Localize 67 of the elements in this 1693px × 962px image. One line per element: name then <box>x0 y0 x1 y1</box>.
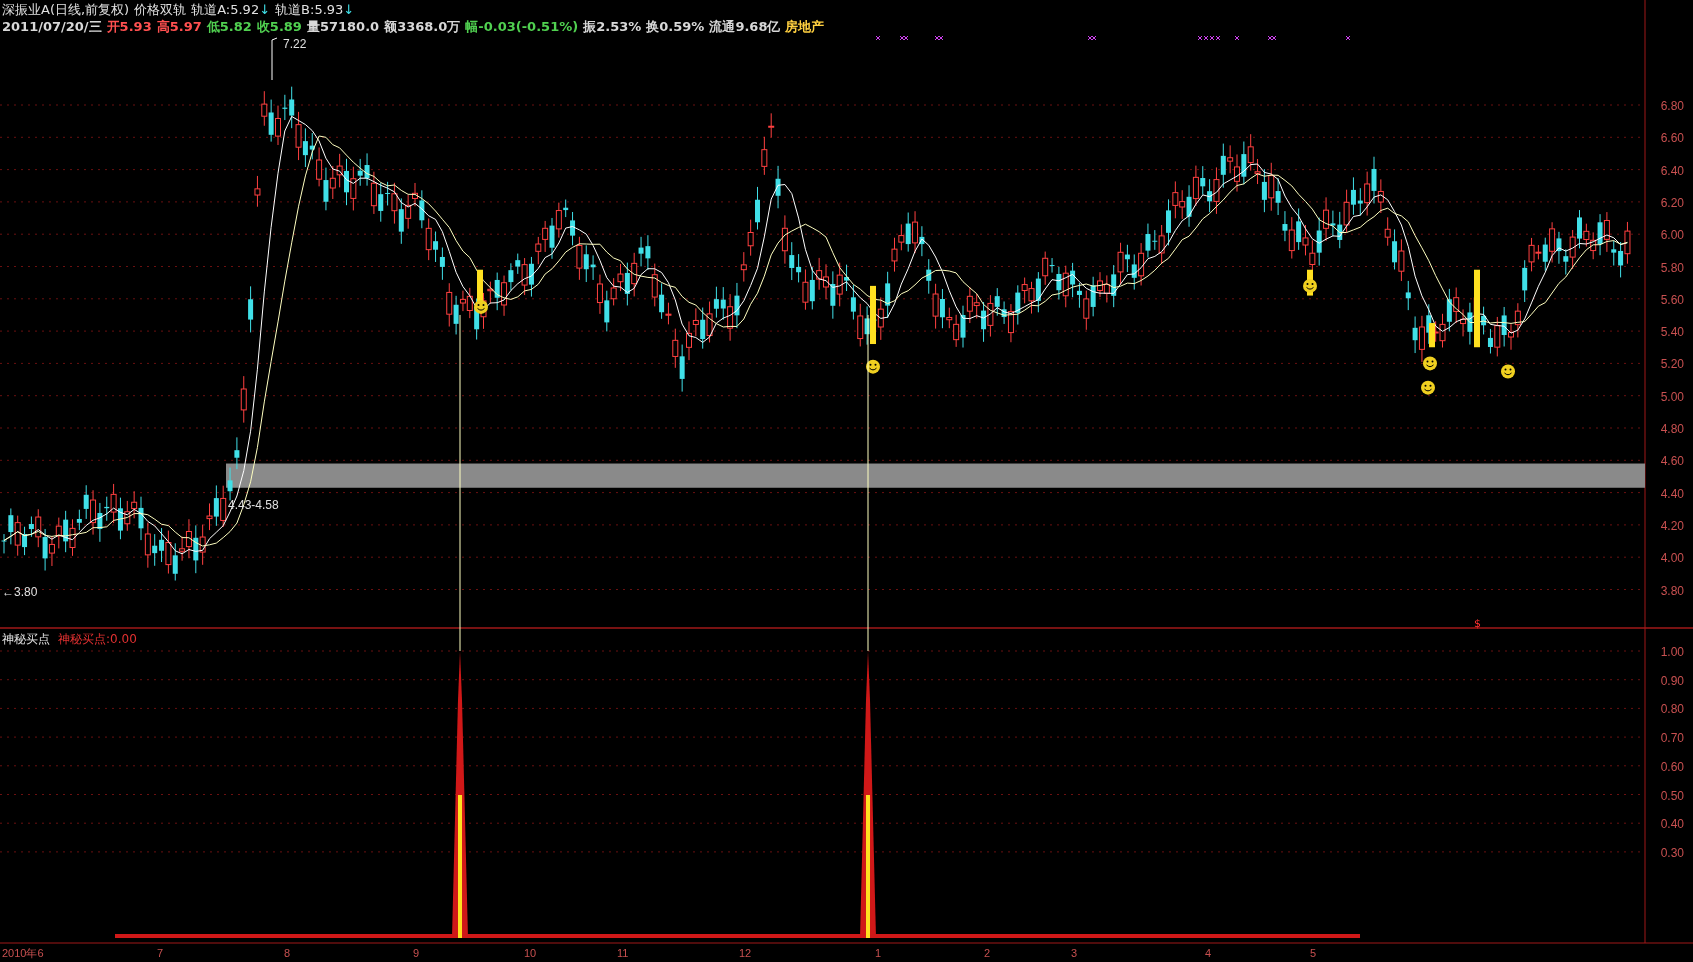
signal-bar <box>870 285 876 344</box>
quote-text: 2011/07/20/三 <box>2 18 102 35</box>
axis-label: 5.40 <box>1660 325 1684 340</box>
date-label: 2010年6 <box>2 947 44 959</box>
date-label: 8 <box>284 947 291 959</box>
date-label: 11 <box>617 947 629 959</box>
smiley-icon <box>474 299 488 314</box>
header-text: 轨道A:5.92↓ <box>191 1 271 18</box>
signal-bar <box>477 269 483 303</box>
quote-text: 房地产 <box>785 18 825 35</box>
date-label: 12 <box>739 947 752 959</box>
axis-label: 6.60 <box>1660 131 1684 146</box>
marker-label: $ <box>1474 617 1481 630</box>
quote-text: 额3368.0万 <box>384 18 461 35</box>
axis-label: 0.40 <box>1660 817 1684 832</box>
indicator-reading: 神秘买点:0.00 <box>58 631 137 648</box>
date-label: 9 <box>413 947 420 959</box>
axis-label: 4.00 <box>1660 551 1684 566</box>
quote-text: 幅-0.03(-0.51%) <box>465 18 579 35</box>
date-label: 7 <box>157 947 164 959</box>
smiley-icon <box>1303 278 1317 293</box>
quote-text: 高5.97 <box>156 18 202 35</box>
axis-label: 4.80 <box>1660 422 1684 436</box>
axis-label: 6.00 <box>1660 228 1684 243</box>
date-label: 3 <box>1071 947 1078 959</box>
date-label: 5 <box>1310 947 1317 959</box>
axis-label: 5.00 <box>1660 389 1684 404</box>
axis-label: 0.50 <box>1660 788 1684 803</box>
axis-label: 0.80 <box>1660 702 1684 717</box>
date-label: 4 <box>1205 947 1212 959</box>
smiley-icon <box>1501 364 1515 379</box>
axis-label: 0.30 <box>1660 845 1684 860</box>
signal-bar <box>1429 323 1435 348</box>
quote-text: 换0.59% <box>646 18 705 35</box>
smiley-icon <box>1423 356 1437 371</box>
axis-label: 1.00 <box>1660 645 1684 659</box>
axis-label: 0.70 <box>1660 731 1684 746</box>
header-text: 价格双轨 <box>134 1 187 18</box>
header-text: 轨道B:5.93↓ <box>275 1 355 18</box>
axis-label: 5.60 <box>1660 292 1684 307</box>
quote-text: 量57180.0 <box>306 18 380 35</box>
axis-label: 3.80 <box>1660 583 1684 598</box>
smiley-icon <box>866 359 880 374</box>
axis-label: 4.20 <box>1660 518 1684 533</box>
date-label: 1 <box>875 947 882 959</box>
indicator-title: 神秘买点 <box>2 631 50 648</box>
low-label: ←3.80 <box>2 585 38 599</box>
smiley-icon <box>1421 380 1435 395</box>
quote-text: 开5.93 <box>106 18 152 35</box>
date-label: 2 <box>984 947 991 959</box>
quote-text: 振2.53% <box>583 18 642 35</box>
axis-label: 6.40 <box>1660 163 1684 178</box>
axis-label: 6.80 <box>1660 99 1684 113</box>
axis-label: 6.20 <box>1660 195 1684 210</box>
axis-label: 4.60 <box>1660 454 1684 469</box>
leader-line <box>271 37 278 81</box>
axis-label: 4.40 <box>1660 486 1684 501</box>
axis-label: 0.90 <box>1660 673 1684 688</box>
header-text: 深振业A(日线,前复权) <box>2 1 130 18</box>
high-label: 7.22 <box>283 37 307 51</box>
date-label: 10 <box>524 947 537 959</box>
quote-text: 收5.89 <box>256 18 302 35</box>
quote-text: 流通9.68亿 <box>709 18 781 35</box>
axis-label: 5.80 <box>1660 260 1684 275</box>
axis-label: 0.60 <box>1660 759 1684 774</box>
axis-label: 5.20 <box>1660 357 1684 372</box>
quote-text: 低5.82 <box>206 18 252 35</box>
